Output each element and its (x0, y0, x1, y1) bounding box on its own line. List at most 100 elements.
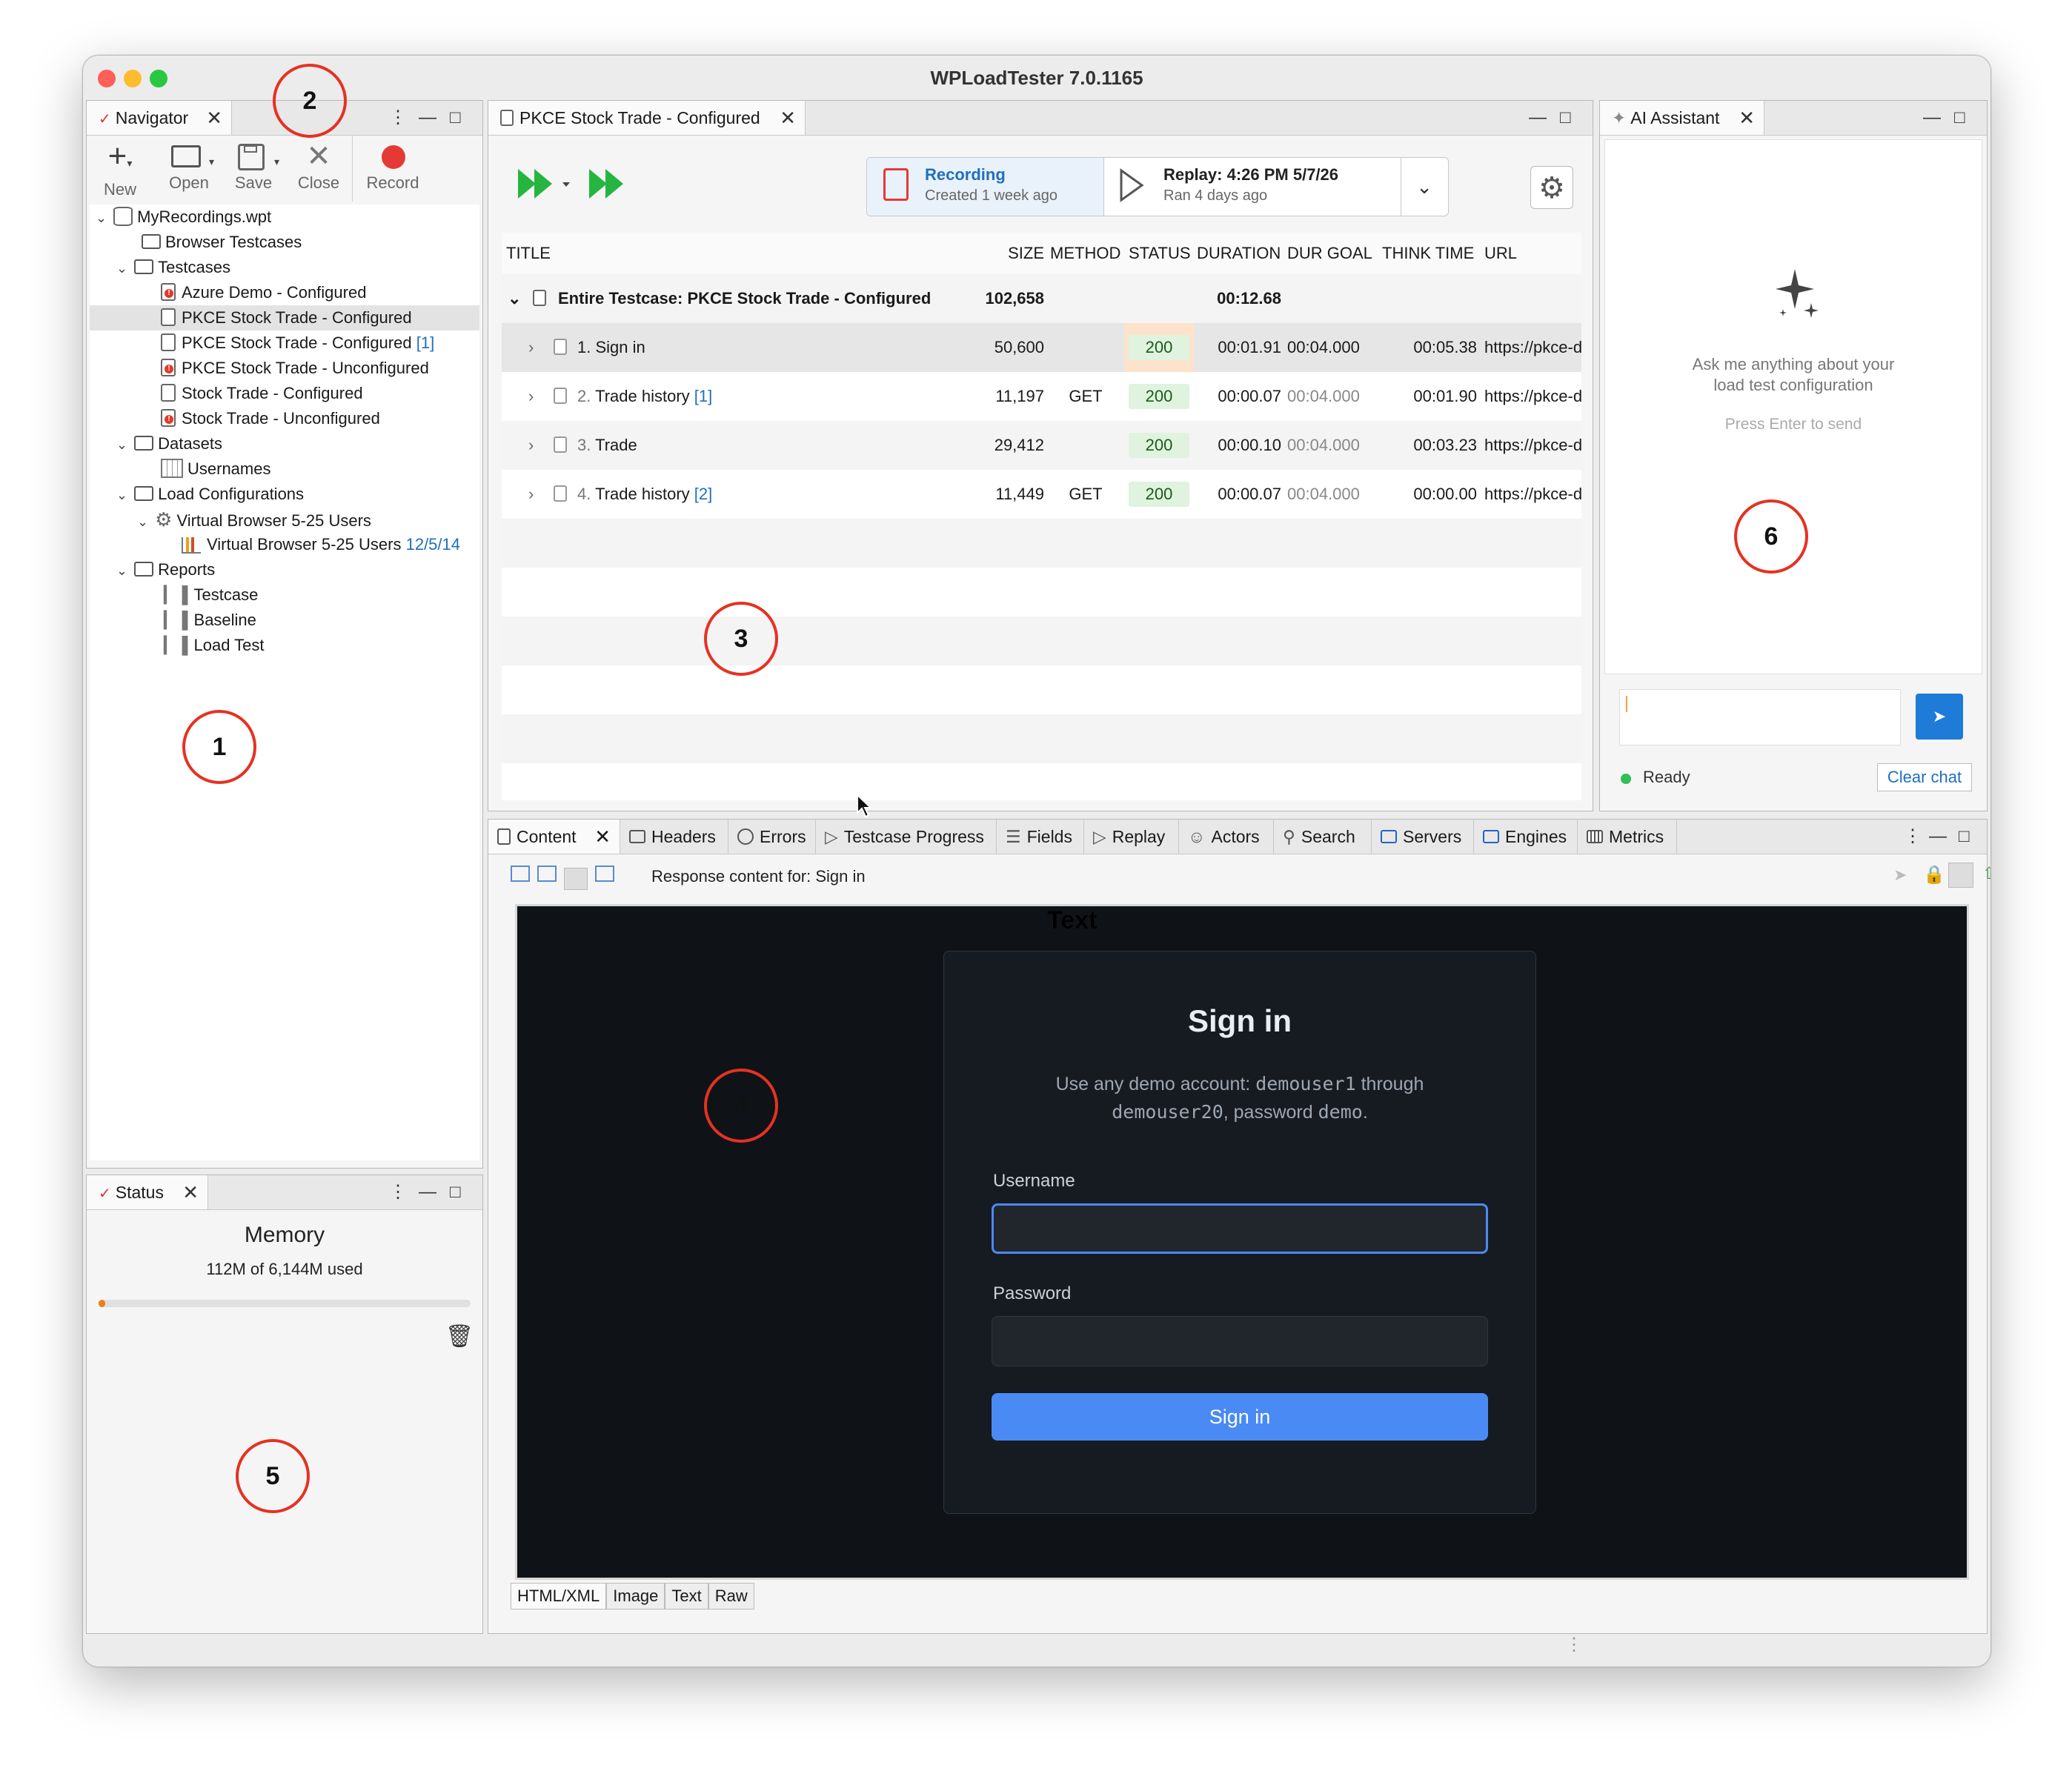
tree-item-testcase-selected[interactable]: PKCE Stock Trade - Configured (90, 305, 479, 330)
layout-right-icon[interactable] (511, 866, 530, 882)
chevron-right-icon[interactable]: › (528, 323, 534, 372)
open-button[interactable]: ▾ Open (161, 139, 217, 202)
col-duration[interactable]: DURATION (1197, 233, 1281, 274)
view-menu-icon[interactable]: ⋮ (389, 101, 407, 135)
tab-status[interactable]: ✓ Status ✕ (87, 1175, 208, 1209)
record-button[interactable]: Record (359, 139, 426, 202)
tab-testcase-progress[interactable]: ▷ Testcase Progress (816, 820, 997, 854)
view-tab-html[interactable]: HTML/XML (511, 1583, 607, 1609)
layout-split-icon[interactable] (537, 866, 557, 882)
tab-search[interactable]: ⚲ Search (1274, 820, 1372, 854)
tab-headers[interactable]: Headers (620, 820, 728, 854)
maximize-icon[interactable]: □ (1959, 820, 1970, 854)
tab-content[interactable]: Content ✕ (488, 820, 620, 854)
tree-item-testcase[interactable]: PKCE Stock Trade - Unconfigured (161, 356, 429, 381)
signin-button[interactable]: Sign in (992, 1393, 1488, 1441)
chevron-right-icon[interactable]: › (528, 470, 534, 519)
col-title[interactable]: TITLE (506, 233, 551, 274)
view-menu-icon[interactable]: ⋮ (389, 1175, 407, 1209)
col-think-time[interactable]: THINK TIME (1382, 233, 1474, 274)
tree-item-testcase[interactable]: PKCE Stock Trade - Configured [1] (161, 330, 434, 356)
maximize-icon[interactable]: □ (450, 1175, 461, 1209)
tab-servers[interactable]: Servers (1372, 820, 1474, 854)
tree-item-load-config[interactable]: ⌄ ⚙ Virtual Browser 5-25 Users (137, 507, 371, 532)
tree-item-datasets[interactable]: ⌄ Datasets (116, 431, 222, 456)
lock-icon[interactable]: 🔒 (1923, 864, 1945, 886)
play-all-button[interactable] (515, 165, 582, 207)
tab-testcase[interactable]: PKCE Stock Trade - Configured ✕ (488, 101, 806, 135)
layout-left-icon[interactable] (564, 867, 588, 890)
trash-icon[interactable]: 🗑 (445, 1323, 474, 1349)
tab-replay[interactable]: ▷ Replay (1084, 820, 1179, 854)
close-button[interactable]: ✕ Close (293, 139, 345, 202)
format-icon[interactable] (1948, 863, 1973, 888)
view-menu-icon[interactable]: ⋮ (1904, 820, 1922, 854)
close-icon[interactable]: ✕ (780, 101, 796, 135)
table-row[interactable]: › 2. Trade history [1] 11,197 GET 200 00… (502, 372, 1581, 421)
tree-item-report[interactable]: ▎▐ Load Test (164, 633, 265, 658)
chat-input[interactable] (1619, 689, 1901, 745)
table-row[interactable]: › 4. Trade history [2] 11,449 GET 200 00… (502, 470, 1581, 519)
chevron-right-icon[interactable]: › (528, 421, 534, 470)
layout-expand-icon[interactable] (595, 866, 614, 882)
close-icon[interactable]: ✕ (182, 1175, 199, 1209)
tree-item-report[interactable]: ▎▐ Testcase (164, 582, 258, 608)
maximize-icon[interactable]: □ (450, 101, 461, 135)
chevron-right-icon[interactable]: › (528, 372, 534, 421)
close-icon[interactable]: ✕ (594, 820, 611, 854)
tree-item-reports[interactable]: ⌄ Reports (116, 557, 215, 582)
recording-selector[interactable]: Recording Created 1 week ago Replay: 4:2… (866, 157, 1449, 216)
tree-item-dataset[interactable]: Usernames (161, 456, 270, 482)
col-url[interactable]: URL (1484, 233, 1517, 274)
minimize-icon[interactable]: — (419, 101, 436, 135)
col-method[interactable]: METHOD (1050, 233, 1120, 274)
password-field[interactable] (992, 1316, 1488, 1366)
maximize-icon[interactable]: □ (1954, 101, 1965, 135)
view-tab-text[interactable]: Text (665, 1583, 708, 1609)
maximize-icon[interactable]: □ (1560, 101, 1571, 135)
col-status[interactable]: STATUS (1129, 233, 1191, 274)
minimize-icon[interactable]: — (1529, 101, 1547, 135)
export-icon[interactable]: ⇧ (1982, 864, 1990, 883)
minimize-icon[interactable]: — (419, 1175, 436, 1209)
tab-engines[interactable]: Engines (1474, 820, 1578, 854)
tab-ai-assistant[interactable]: ✦ AI Assistant ✕ (1600, 101, 1764, 135)
view-tab-raw[interactable]: Raw (708, 1583, 754, 1609)
tab-fields[interactable]: ☰ Fields (997, 820, 1084, 854)
view-tab-image[interactable]: Image (606, 1583, 665, 1609)
minimize-icon[interactable]: — (1929, 820, 1947, 854)
chevron-down-icon[interactable]: ⌄ (1401, 158, 1448, 216)
close-icon[interactable]: ✕ (1739, 101, 1755, 135)
chevron-down-icon[interactable]: ⌄ (508, 274, 521, 323)
clear-chat-button[interactable]: Clear chat (1877, 763, 1972, 791)
send-button[interactable]: ➤ (1916, 694, 1963, 740)
tab-navigator[interactable]: ✓ Navigator ✕ (87, 101, 232, 135)
tab-metrics[interactable]: Metrics (1578, 820, 1677, 854)
tree-item-testcase[interactable]: Azure Demo - Configured (161, 280, 366, 305)
close-icon[interactable]: ✕ (206, 101, 222, 135)
tree-item-load-configurations[interactable]: ⌄ Load Configurations (116, 482, 304, 507)
tree-item-report[interactable]: ▎▐ Baseline (164, 608, 256, 633)
username-field[interactable] (992, 1203, 1488, 1254)
table-row[interactable]: › 1. Sign in 50,600 200 00:01.91 00:04.0… (502, 323, 1581, 372)
summary-row[interactable]: ⌄ Entire Testcase: PKCE Stock Trade - Co… (502, 274, 1581, 323)
pin-icon[interactable]: ➤ (1893, 866, 1907, 885)
recording-tile[interactable]: Recording Created 1 week ago (867, 158, 1104, 216)
tree-item-testcases[interactable]: ⌄ Testcases (116, 255, 230, 280)
save-button[interactable]: ▾ Save (228, 139, 279, 202)
col-size[interactable]: SIZE (955, 233, 1044, 274)
tree-item-load-result[interactable]: Virtual Browser 5-25 Users 12/5/14 (182, 532, 460, 557)
resize-handle-icon[interactable]: ⋮ (1565, 1634, 1583, 1655)
tree-item-testcase[interactable]: Stock Trade - Unconfigured (161, 406, 380, 431)
col-dur-goal[interactable]: DUR GOAL (1287, 233, 1372, 274)
tree-item-workspace[interactable]: ⌄ MyRecordings.wpt (96, 205, 271, 230)
tree-item-browser-testcases[interactable]: Browser Testcases (142, 230, 302, 255)
replay-button[interactable] (586, 165, 631, 207)
settings-gear-icon[interactable]: ⚙ (1530, 166, 1573, 209)
tab-actors[interactable]: ☺ Actors (1179, 820, 1274, 854)
tab-errors[interactable]: Errors (728, 820, 816, 854)
new-button[interactable]: +▾ New (94, 139, 146, 202)
table-row[interactable]: › 3. Trade 29,412 200 00:00.10 00:04.000… (502, 421, 1581, 470)
tree-item-testcase[interactable]: Stock Trade - Configured (161, 381, 363, 406)
minimize-icon[interactable]: — (1923, 101, 1941, 135)
